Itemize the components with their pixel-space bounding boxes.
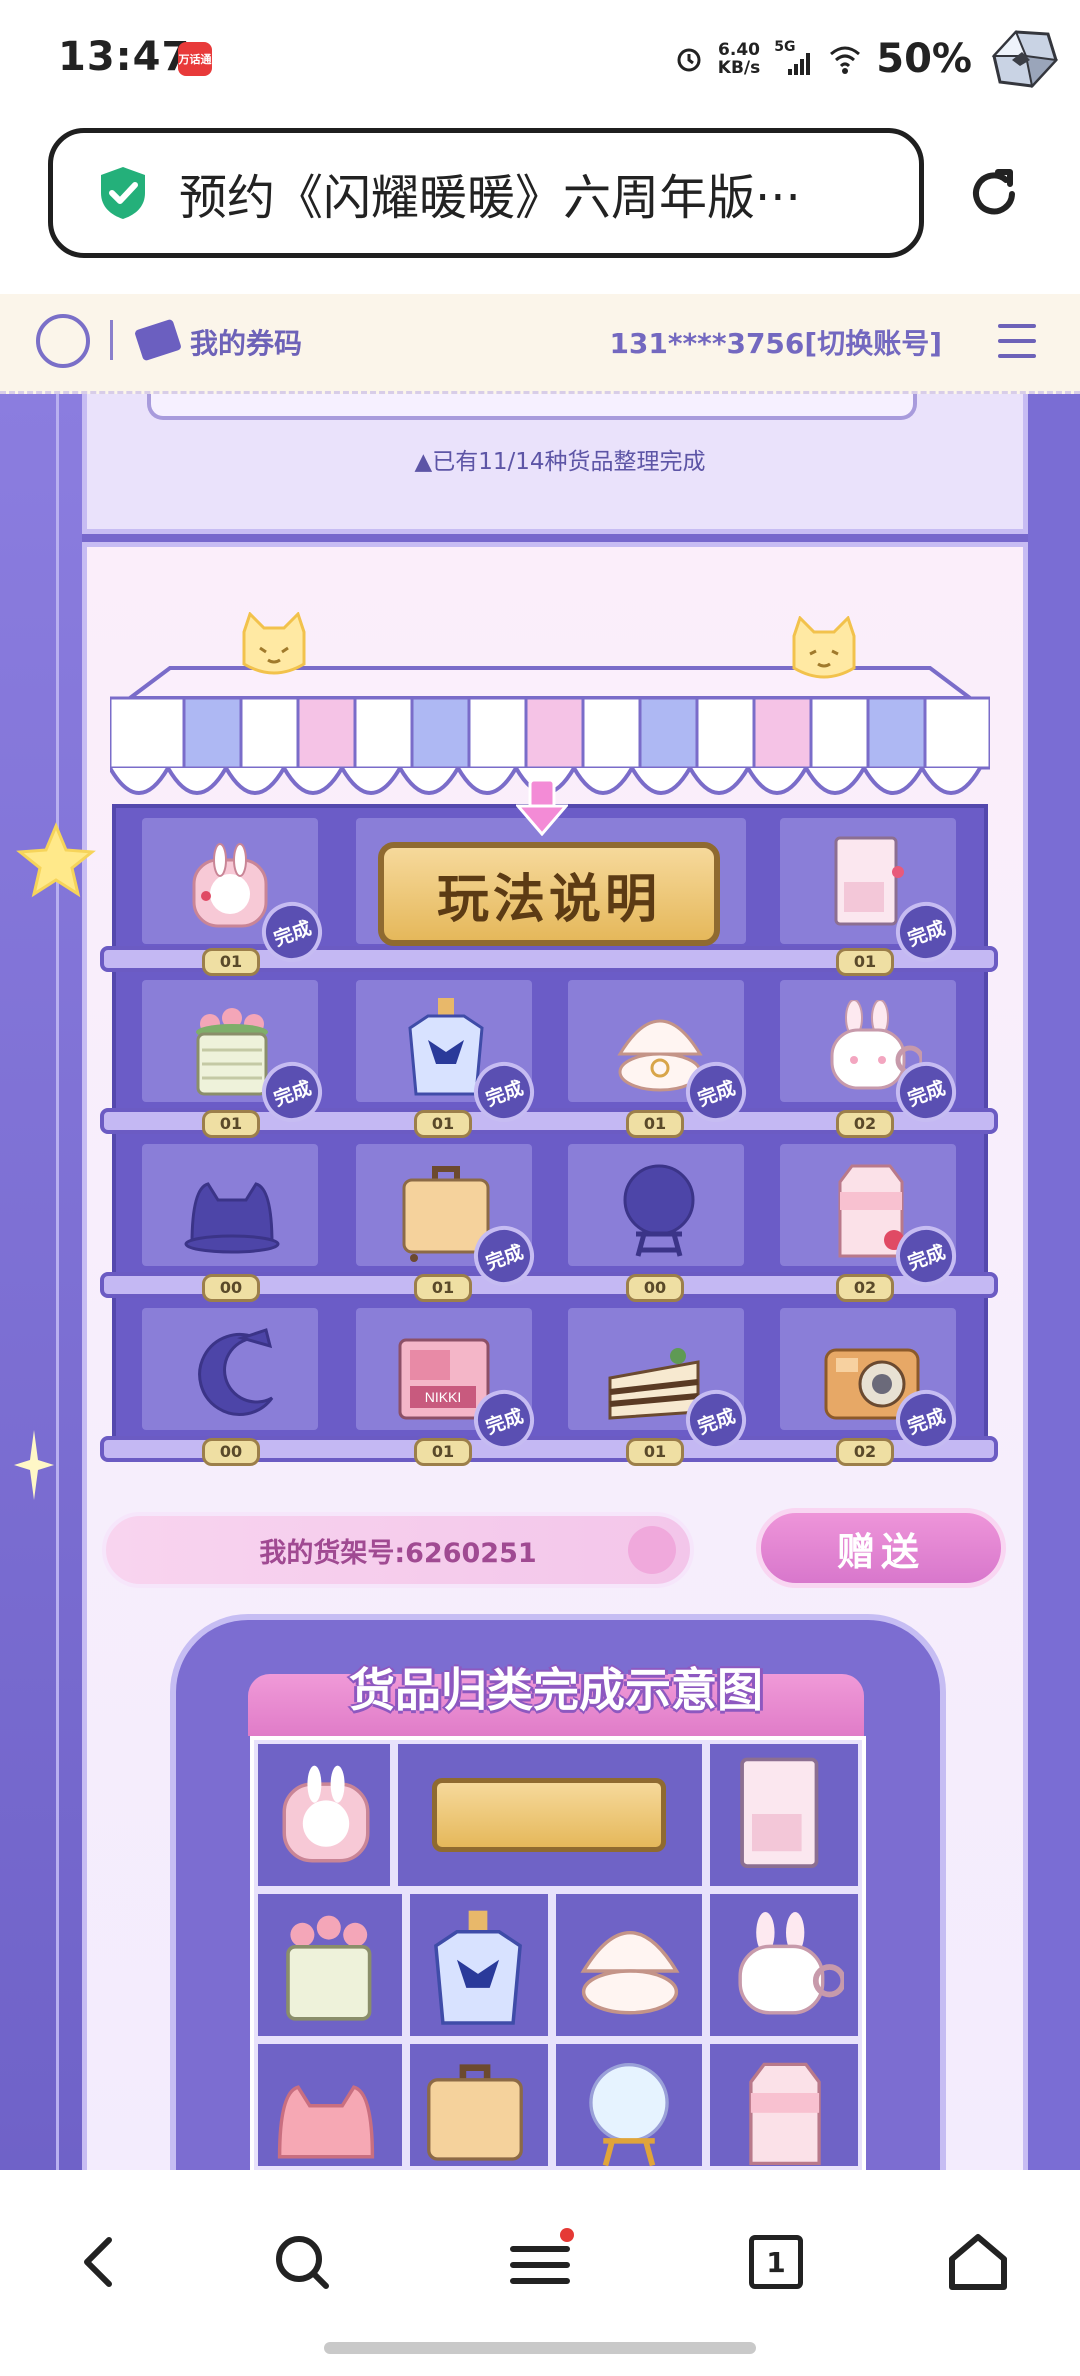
demo-title: 货品归类完成示意图	[349, 1663, 763, 1717]
sparkle-icon	[14, 1430, 54, 1500]
milk-carton-item	[749, 2062, 821, 2166]
previous-panel-bar	[147, 394, 917, 420]
address-bar[interactable]: 预约《闪耀暖暖》六周年版···	[48, 128, 924, 258]
count-tag: 00	[202, 1274, 260, 1302]
cat-hat-item	[277, 2085, 375, 2159]
count-tag: 01	[626, 1110, 684, 1138]
back-button[interactable]	[60, 2222, 140, 2302]
cat-hat-item[interactable]	[182, 1174, 282, 1254]
browser-toolbar: 预约《闪耀暖暖》六周年版···	[0, 118, 1080, 294]
count-tag: 01	[836, 948, 894, 976]
status-bar: 13:47 万话通 6.40 KB/s 5G 50%	[0, 0, 1080, 118]
account-switch-link[interactable]: 131****3756[切换账号]	[609, 322, 942, 362]
divider	[110, 320, 113, 360]
moon-pillow-item[interactable]	[186, 1324, 286, 1424]
web-content[interactable]: 我的券码 131****3756[切换账号] ▲已有11/14种货品整理完成 完…	[0, 294, 1080, 2170]
decorative-line	[56, 394, 59, 2170]
perfume-bottle-item	[434, 1910, 522, 2025]
count-tag: 00	[202, 1438, 260, 1466]
reload-icon[interactable]	[962, 162, 1026, 226]
gesture-bar[interactable]	[324, 2342, 756, 2354]
logo-icon[interactable]	[36, 314, 90, 368]
background-band-right	[1028, 394, 1080, 2170]
gift-button[interactable]: 赠送	[756, 1508, 1006, 1588]
secure-shield-icon	[101, 167, 145, 219]
count-tag: 01	[414, 1110, 472, 1138]
count-tag: 01	[414, 1438, 472, 1466]
menu-button[interactable]	[500, 2222, 580, 2302]
tabs-icon: 1	[749, 2235, 803, 2289]
signal-icon: 5G	[774, 39, 814, 79]
flower-basket-item	[286, 1915, 372, 2021]
alarm-icon	[677, 48, 701, 72]
search-icon	[276, 2236, 329, 2289]
notification-app-icon: 万话通	[178, 42, 212, 76]
gem-avatar-icon	[991, 30, 1059, 89]
back-icon	[84, 2237, 112, 2287]
count-tag: 02	[836, 1274, 894, 1302]
bunny-mug-item	[738, 1912, 844, 2015]
background-band-left	[0, 394, 82, 2170]
shelf-number-label: 我的货架号:6260251	[259, 1537, 537, 1569]
clock: 13:47	[58, 34, 191, 80]
progress-text: ▲已有11/14种货品整理完成	[414, 449, 706, 475]
suitcase-item	[427, 2064, 523, 2161]
count-tag: 01	[626, 1438, 684, 1466]
rules-button[interactable]: 玩法说明	[378, 842, 720, 946]
star-icon	[16, 822, 96, 898]
home-icon	[949, 2234, 1007, 2290]
rules-board-icon	[432, 1778, 666, 1852]
count-tag: 02	[836, 1110, 894, 1138]
ticket-icon	[134, 318, 182, 362]
svg-text:NIKKI: NIKKI	[425, 1389, 462, 1405]
count-tag: 02	[836, 1438, 894, 1466]
wifi-icon	[830, 46, 861, 74]
tab-count: 1	[766, 2245, 786, 2279]
count-tag: 01	[202, 948, 260, 976]
hamburger-menu-icon[interactable]	[998, 324, 1040, 360]
crystal-ball-item[interactable]	[614, 1160, 704, 1260]
page-title: 预约《闪耀暖暖》六周年版···	[179, 170, 801, 226]
cat-head-icon	[792, 616, 856, 679]
crystal-ball-item	[589, 2063, 669, 2167]
home-button[interactable]	[938, 2222, 1018, 2302]
cat-head-icon	[242, 612, 306, 675]
search-button[interactable]	[262, 2222, 342, 2302]
photo-album-item	[740, 1757, 819, 1868]
previous-panel: ▲已有11/14种货品整理完成	[82, 394, 1028, 534]
battery-level: 50%	[876, 36, 972, 82]
status-icons: 6.40 KB/s 5G 50%	[674, 20, 1060, 98]
pink-arrow-icon	[516, 780, 568, 836]
shelf-number-field[interactable]: 我的货架号:6260251	[102, 1512, 694, 1588]
bunny-backpack-item	[282, 1765, 370, 1863]
my-coupon-link[interactable]: 我的券码	[190, 322, 302, 362]
count-tag: 01	[414, 1274, 472, 1302]
count-tag: 01	[202, 1110, 260, 1138]
copy-icon[interactable]	[628, 1526, 676, 1574]
count-tag: 00	[626, 1274, 684, 1302]
menu-icon	[510, 2228, 574, 2284]
site-header: 我的券码 131****3756[切换账号]	[0, 294, 1080, 394]
net-speed: 6.40 KB/s	[717, 40, 761, 78]
tabs-button[interactable]: 1	[736, 2222, 816, 2302]
shell-ring-item	[580, 1931, 680, 2015]
